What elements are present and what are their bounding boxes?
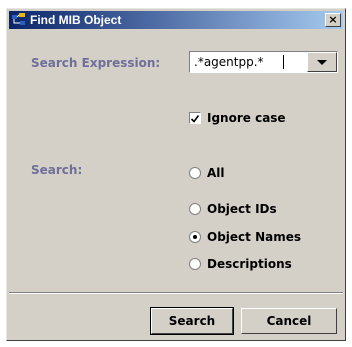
close-icon: × bbox=[328, 13, 338, 26]
search-label: Search: bbox=[31, 163, 83, 177]
radio-button[interactable] bbox=[189, 203, 201, 215]
checkmark-icon bbox=[190, 115, 200, 123]
title-bar[interactable]: Find MIB Object × bbox=[9, 11, 343, 29]
radio-descriptions-label: Descriptions bbox=[207, 257, 292, 271]
chevron-down-icon bbox=[317, 60, 327, 65]
search-button[interactable]: Search bbox=[150, 307, 234, 335]
radio-selected-dot bbox=[193, 235, 197, 239]
search-expression-combobox[interactable]: .*agentpp.* bbox=[189, 51, 338, 73]
radio-button[interactable] bbox=[189, 167, 201, 179]
close-button[interactable]: × bbox=[325, 13, 341, 27]
radio-all-label: All bbox=[207, 166, 225, 180]
radio-button[interactable] bbox=[189, 258, 201, 270]
dropdown-button[interactable] bbox=[307, 52, 337, 72]
checkbox-box[interactable] bbox=[189, 112, 201, 124]
cancel-button[interactable]: Cancel bbox=[241, 308, 337, 334]
mib-tree-icon bbox=[11, 12, 27, 28]
search-expression-input[interactable]: .*agentpp.* bbox=[194, 52, 264, 72]
ignore-case-label: Ignore case bbox=[207, 111, 286, 125]
text-caret bbox=[283, 55, 284, 69]
search-expression-label: Search Expression: bbox=[31, 56, 161, 70]
find-mib-object-dialog: Find MIB Object × Search Expression: .*a… bbox=[6, 8, 346, 341]
radio-object-names-label: Object Names bbox=[207, 230, 301, 244]
window-title: Find MIB Object bbox=[30, 13, 122, 27]
radio-button[interactable] bbox=[189, 231, 201, 243]
radio-object-ids-label: Object IDs bbox=[207, 202, 277, 216]
separator bbox=[9, 292, 343, 294]
